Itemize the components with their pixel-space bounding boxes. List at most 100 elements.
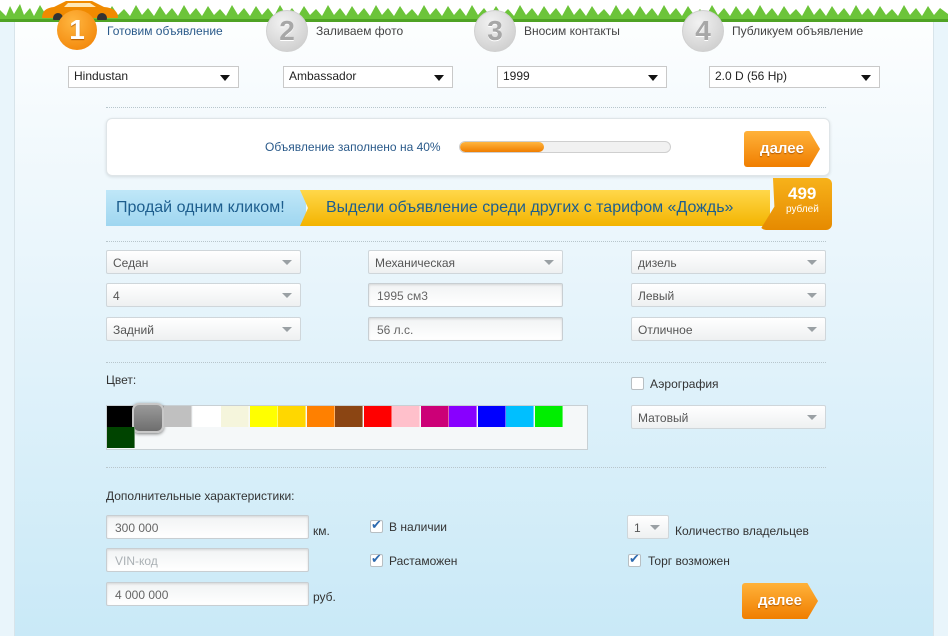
color-palette[interactable] bbox=[106, 403, 588, 450]
transmission-value: Механическая bbox=[375, 256, 456, 270]
fuel-select[interactable]: дизель bbox=[631, 250, 826, 274]
engine-value: 2.0 D (56 Hp) bbox=[715, 69, 788, 83]
banner-left-text: Продай одним кликом! bbox=[116, 199, 285, 216]
year-value: 1999 bbox=[503, 69, 530, 83]
divider bbox=[106, 362, 826, 363]
color-swatch[interactable] bbox=[107, 427, 135, 448]
grass-decoration bbox=[0, 0, 948, 22]
chevron-down-icon bbox=[807, 327, 817, 332]
step-4-number: 4 bbox=[682, 10, 724, 52]
divider bbox=[106, 241, 826, 242]
next-button-bottom[interactable]: далее bbox=[742, 583, 818, 619]
color-swatch[interactable] bbox=[477, 406, 506, 427]
chevron-down-icon bbox=[807, 293, 817, 298]
color-swatch[interactable] bbox=[420, 406, 449, 427]
power-input[interactable]: 56 л.с. bbox=[368, 317, 563, 341]
progress-text: Объявление заполнено на 40% bbox=[265, 140, 441, 154]
chevron-down-icon bbox=[220, 75, 230, 81]
make-select[interactable]: Hindustan bbox=[68, 66, 239, 88]
banner-left: Продай одним кликом! bbox=[106, 190, 306, 226]
model-value: Ambassador bbox=[289, 69, 357, 83]
price-unit: руб. bbox=[313, 590, 336, 604]
body-type-value: Седан bbox=[113, 256, 149, 270]
doors-value: 4 bbox=[113, 289, 120, 303]
color-label: Цвет: bbox=[106, 373, 137, 387]
bargain-checkbox[interactable] bbox=[628, 551, 641, 567]
step-3-number: 3 bbox=[474, 10, 516, 52]
color-swatch[interactable] bbox=[192, 406, 221, 427]
bargain-label: Торг возможен bbox=[648, 554, 730, 568]
make-value: Hindustan bbox=[74, 69, 129, 83]
banner-right: Выдели объявление среди других с тарифом… bbox=[300, 190, 770, 226]
year-select[interactable]: 1999 bbox=[497, 66, 667, 88]
color-swatch[interactable] bbox=[107, 406, 135, 427]
doors-select[interactable]: 4 bbox=[106, 283, 301, 307]
body-type-select[interactable]: Седан bbox=[106, 250, 301, 274]
banner-right-text: Выдели объявление среди других с тарифом… bbox=[326, 199, 734, 216]
step-2-label: Заливаем фото bbox=[316, 24, 404, 38]
divider bbox=[106, 467, 826, 468]
color-swatch[interactable] bbox=[306, 406, 335, 427]
step-3-label: Вносим контакты bbox=[524, 24, 620, 38]
vin-input[interactable]: VIN-код bbox=[106, 548, 309, 572]
customs-checkbox[interactable] bbox=[370, 551, 383, 567]
price-input[interactable]: 4 000 000 bbox=[106, 582, 309, 606]
owners-label: Количество владельцев bbox=[675, 524, 809, 538]
step-2-number: 2 bbox=[266, 10, 308, 52]
divider bbox=[106, 107, 826, 108]
color-swatch[interactable] bbox=[221, 406, 249, 427]
price-tag: 499 рублей bbox=[760, 178, 832, 230]
transmission-select[interactable]: Механическая bbox=[368, 250, 563, 274]
price-amount: 499 bbox=[788, 184, 817, 203]
promo-banner[interactable]: Продай одним кликом! Выдели объявление с… bbox=[106, 178, 832, 230]
color-swatch[interactable] bbox=[363, 406, 392, 427]
steering-select[interactable]: Левый bbox=[631, 283, 826, 307]
color-swatch[interactable] bbox=[392, 406, 420, 427]
chevron-down-icon bbox=[282, 293, 292, 298]
color-swatch[interactable] bbox=[449, 406, 477, 427]
airbrush-checkbox[interactable] bbox=[631, 377, 644, 390]
extra-title: Дополнительные характеристики: bbox=[106, 489, 295, 503]
chevron-down-icon bbox=[861, 75, 871, 81]
engine-volume-input[interactable]: 1995 см3 bbox=[368, 283, 563, 307]
color-swatch[interactable] bbox=[249, 406, 278, 427]
airbrush-label: Аэрография bbox=[650, 377, 719, 391]
finish-select[interactable]: Матовый bbox=[631, 405, 826, 429]
step-4-label: Публикуем объявление bbox=[732, 24, 864, 38]
customs-label: Растаможен bbox=[389, 554, 458, 568]
step-1-label: Готовим объявление bbox=[107, 24, 223, 38]
condition-value: Отличное bbox=[638, 323, 693, 337]
steering-value: Левый bbox=[638, 289, 675, 303]
color-swatch[interactable] bbox=[506, 406, 534, 427]
drive-select[interactable]: Задний bbox=[106, 317, 301, 341]
drive-value: Задний bbox=[113, 323, 154, 337]
progress-box: Объявление заполнено на 40% bbox=[106, 118, 830, 176]
in-stock-checkbox[interactable] bbox=[370, 517, 383, 533]
mileage-input[interactable]: 300 000 bbox=[106, 515, 309, 539]
color-swatch[interactable] bbox=[278, 406, 306, 427]
chevron-down-icon bbox=[434, 75, 444, 81]
finish-value: Матовый bbox=[638, 411, 689, 425]
next-button[interactable]: далее bbox=[744, 131, 820, 167]
color-swatch[interactable] bbox=[164, 406, 192, 427]
owners-value: 1 bbox=[634, 521, 641, 535]
chevron-down-icon bbox=[282, 260, 292, 265]
chevron-down-icon bbox=[282, 327, 292, 332]
price-currency: рублей bbox=[786, 204, 819, 215]
color-swatch[interactable] bbox=[534, 406, 563, 427]
progress-fill bbox=[460, 142, 544, 152]
engine-select[interactable]: 2.0 D (56 Hp) bbox=[709, 66, 880, 88]
mileage-unit: км. bbox=[313, 524, 330, 538]
progress-bar bbox=[459, 141, 671, 153]
chevron-down-icon bbox=[648, 75, 658, 81]
fuel-value: дизель bbox=[638, 256, 677, 270]
condition-select[interactable]: Отличное bbox=[631, 317, 826, 341]
model-select[interactable]: Ambassador bbox=[283, 66, 453, 88]
chevron-down-icon bbox=[544, 260, 554, 265]
chevron-down-icon bbox=[807, 415, 817, 420]
color-swatch[interactable] bbox=[131, 403, 164, 433]
owners-select[interactable]: 1 bbox=[627, 515, 669, 539]
color-swatch[interactable] bbox=[335, 406, 363, 427]
chevron-down-icon bbox=[650, 525, 660, 530]
chevron-down-icon bbox=[807, 260, 817, 265]
